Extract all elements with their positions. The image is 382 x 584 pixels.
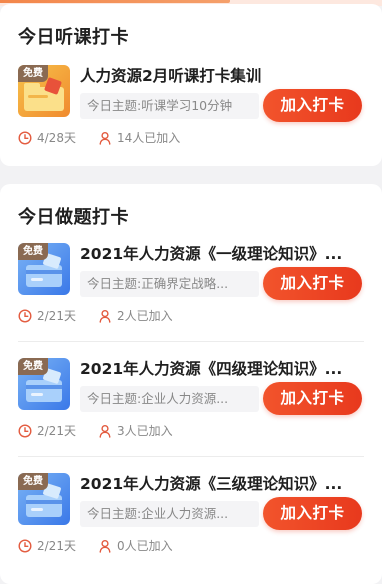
joined-text: 2人已加入 (117, 309, 173, 323)
joined-text: 3人已加入 (117, 424, 173, 438)
item-title[interactable]: 2021年人力资源《三级理论知识》... (80, 472, 364, 494)
today-topic: 今日主题:企业人力资源... (80, 386, 259, 412)
list-item[interactable]: 免费 2021年人力资源《一级理论知识》... 今日主题:正确界定战略... 加… (18, 243, 364, 348)
joined-count: 0人已加入 (98, 538, 208, 554)
days-progress: 2/21天 (18, 538, 98, 554)
days-text: 2/21天 (37, 539, 76, 553)
free-badge: 免费 (18, 65, 48, 82)
list-item[interactable]: 免费 2021年人力资源《四级理论知识》... 今日主题:企业人力资源... 加… (18, 358, 364, 463)
course-thumbnail[interactable]: 免费 (18, 65, 70, 117)
person-icon (99, 424, 111, 438)
free-badge: 免费 (18, 473, 48, 490)
joined-count: 3人已加入 (98, 423, 208, 439)
divider (18, 456, 364, 457)
item-title[interactable]: 人力资源2月听课打卡集训 (80, 64, 364, 86)
free-badge: 免费 (18, 358, 48, 375)
join-checkin-button[interactable]: 加入打卡 (263, 497, 362, 530)
days-progress: 2/21天 (18, 423, 98, 439)
free-badge: 免费 (18, 243, 48, 260)
exercise-checkin-card: 今日做题打卡 免费 2021年人力资源《一级理论知识》... 今日主题:正确界定… (0, 184, 382, 584)
top-accent-bar (0, 0, 230, 3)
join-checkin-button[interactable]: 加入打卡 (263, 89, 362, 122)
days-text: 2/21天 (37, 424, 76, 438)
today-topic: 今日主题:正确界定战略... (80, 271, 259, 297)
joined-count: 14人已加入 (98, 130, 208, 146)
join-checkin-button[interactable]: 加入打卡 (263, 382, 362, 415)
days-text: 2/21天 (37, 309, 76, 323)
today-topic: 今日主题:企业人力资源... (80, 501, 259, 527)
clock-icon (18, 309, 32, 323)
days-progress: 4/28天 (18, 130, 98, 146)
listen-checkin-card: 今日听课打卡 免费 人力资源2月听课打卡集训 今日主题:听课学习10分钟 加入打… (0, 4, 382, 166)
today-topic: 今日主题:听课学习10分钟 (80, 93, 259, 119)
course-thumbnail[interactable]: 免费 (18, 358, 70, 410)
list-item[interactable]: 免费 人力资源2月听课打卡集训 今日主题:听课学习10分钟 加入打卡 4/28天… (18, 65, 364, 170)
joined-count: 2人已加入 (98, 308, 208, 324)
days-text: 4/28天 (37, 131, 76, 145)
clock-icon (18, 131, 32, 145)
person-icon (99, 131, 111, 145)
join-checkin-button[interactable]: 加入打卡 (263, 267, 362, 300)
person-icon (99, 309, 111, 323)
section-title-listen: 今日听课打卡 (18, 27, 129, 48)
course-thumbnail[interactable]: 免费 (18, 243, 70, 295)
item-title[interactable]: 2021年人力资源《一级理论知识》... (80, 242, 364, 264)
divider (18, 341, 364, 342)
list-item[interactable]: 免费 2021年人力资源《三级理论知识》... 今日主题:企业人力资源... 加… (18, 473, 364, 578)
joined-text: 0人已加入 (117, 539, 173, 553)
course-thumbnail[interactable]: 免费 (18, 473, 70, 525)
clock-icon (18, 539, 32, 553)
section-title-exercise: 今日做题打卡 (18, 207, 129, 228)
person-icon (99, 539, 111, 553)
days-progress: 2/21天 (18, 308, 98, 324)
clock-icon (18, 424, 32, 438)
item-title[interactable]: 2021年人力资源《四级理论知识》... (80, 357, 364, 379)
joined-text: 14人已加入 (117, 131, 181, 145)
